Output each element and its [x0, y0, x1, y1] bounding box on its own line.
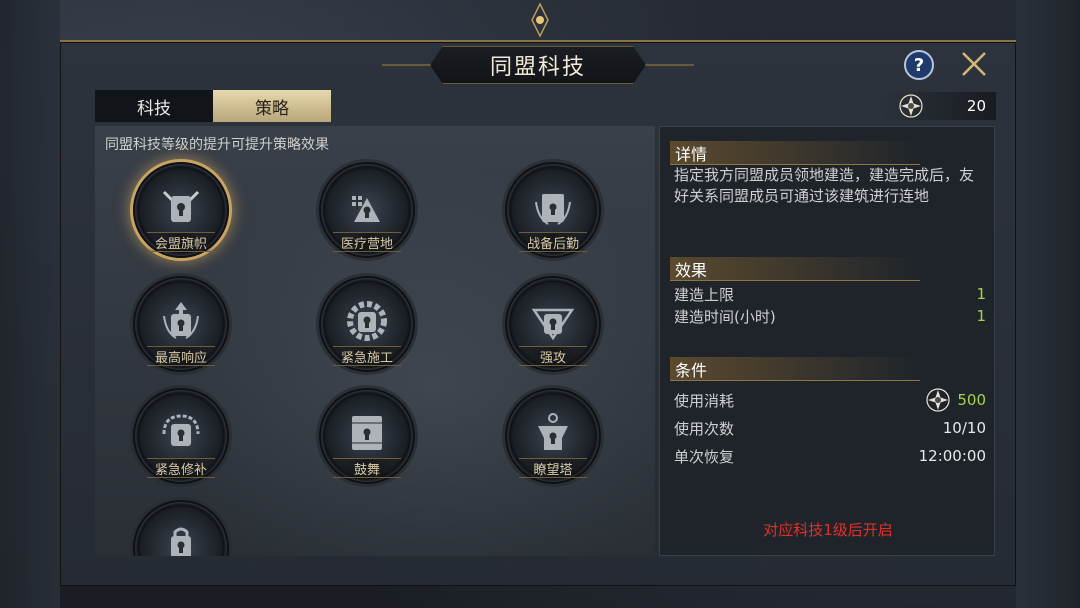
drum-emblem-icon: [352, 416, 382, 450]
tab-strategy[interactable]: 策略: [213, 90, 331, 122]
node-label-plate: 强攻: [519, 346, 587, 366]
node-label-plate: 瞭望塔: [519, 458, 587, 478]
title-deco-left: [382, 64, 430, 66]
effect-value: 1: [976, 307, 986, 325]
node-label-plate: 紧急施工: [333, 346, 401, 366]
node-label: 医疗营地: [340, 236, 393, 252]
recover-label: 单次恢复: [674, 447, 735, 466]
conditions-section-head: 条件: [670, 357, 920, 381]
condition-row-recover: 单次恢复 12:00:00: [674, 445, 986, 467]
top-ornament-icon: [531, 2, 549, 38]
assault-emblem-icon: [531, 308, 575, 341]
node-label-plate: 医疗营地: [333, 232, 401, 252]
unlock-requirement-note: 对应科技1级后开启: [763, 521, 893, 539]
strategy-node-assault[interactable]: 强攻: [505, 276, 601, 372]
node-label: 会盟旗帜: [154, 236, 207, 252]
condition-row-uses: 使用次数 10/10: [674, 417, 986, 439]
node-label: 紧急施工: [340, 350, 393, 366]
node-label: 最高响应: [154, 350, 207, 366]
detail-panel: 详情 指定我方同盟成员领地建造，建造完成后，友好关系同盟成员可通过该建筑进行连地…: [659, 126, 995, 556]
panel-header: 同盟科技 ?: [60, 40, 1016, 90]
strategy-grid: 同盟科技等级的提升可提升策略效果 会盟旗帜 医疗营地 战备后勤 最高响应 紧急施…: [95, 126, 655, 556]
page-title: 同盟科技: [489, 55, 586, 80]
recover-value: 12:00:00: [918, 447, 986, 465]
title-plate: 同盟科技: [430, 46, 646, 84]
strategy-node-watchtower[interactable]: 瞭望塔: [505, 388, 601, 484]
effect-value: 1: [976, 285, 986, 303]
details-section-head: 详情: [670, 141, 920, 165]
strategy-node-response[interactable]: 最高响应: [133, 276, 229, 372]
details-text: 指定我方同盟成员领地建造，建造完成后，友好关系同盟成员可通过该建筑进行连地: [674, 166, 975, 205]
details-heading: 详情: [675, 144, 708, 164]
strategy-node-logistics[interactable]: 战备后勤: [505, 162, 601, 258]
node-label: 紧急修补: [154, 462, 207, 478]
node-label-plate: 战备后勤: [519, 232, 587, 252]
help-button[interactable]: ?: [904, 50, 934, 80]
node-label-plate: 紧急修补: [147, 458, 215, 478]
effect-row-build-limit: 建造上限 1: [674, 283, 986, 305]
backdrop-right-strip: [1016, 0, 1080, 608]
strategy-node-medical-camp[interactable]: 医疗营地: [319, 162, 415, 258]
node-label: 鼓舞: [353, 462, 380, 478]
strategy-node-locked[interactable]: [133, 500, 229, 556]
node-label: 强攻: [539, 350, 566, 366]
medical-camp-emblem-icon: [352, 192, 380, 222]
uses-value: 10/10: [942, 419, 986, 437]
conditions-heading: 条件: [675, 360, 708, 380]
strategy-description: 同盟科技等级的提升可提升策略效果: [105, 137, 329, 153]
strategy-node-emergency-build[interactable]: 紧急施工: [319, 276, 415, 372]
locked-emblem-icon: [171, 527, 191, 556]
tab-bar: 科技 策略: [95, 90, 331, 122]
tab-strategy-label: 策略: [255, 98, 289, 119]
node-label-plate: 鼓舞: [333, 458, 401, 478]
node-label: 瞭望塔: [533, 462, 573, 478]
strategy-node-inspire[interactable]: 鼓舞: [319, 388, 415, 484]
condition-row-cost: 使用消耗 500: [674, 387, 986, 413]
node-label: 战备后勤: [526, 236, 579, 252]
title-deco-right: [646, 64, 694, 66]
cost-value: 500: [957, 391, 986, 409]
currency-value: 20: [966, 97, 986, 115]
tab-tech-label: 科技: [137, 98, 171, 119]
effect-key: 建造时间(小时): [674, 307, 776, 326]
effect-row-build-time: 建造时间(小时) 1: [674, 305, 986, 327]
node-label-plate: 最高响应: [147, 346, 215, 366]
repair-emblem-icon: [162, 414, 200, 446]
logistics-emblem-icon: [535, 194, 571, 225]
gear-emblem-icon: [347, 301, 387, 341]
banner-emblem-icon: [162, 190, 200, 222]
close-icon[interactable]: [958, 48, 990, 80]
alliance-star-icon: [899, 94, 923, 118]
uses-label: 使用次数: [674, 419, 735, 438]
effects-section-head: 效果: [670, 257, 920, 281]
currency-display: 20: [880, 92, 996, 120]
strategy-node-emergency-repair[interactable]: 紧急修补: [133, 388, 229, 484]
node-label-plate: 会盟旗帜: [147, 232, 215, 252]
tab-tech[interactable]: 科技: [95, 90, 213, 122]
cost-value-group: 500: [925, 387, 986, 413]
watchtower-emblem-icon: [538, 413, 568, 450]
alliance-star-icon: [926, 388, 950, 412]
effect-key: 建造上限: [674, 285, 735, 304]
strategy-node-banner[interactable]: 会盟旗帜: [133, 162, 229, 258]
backdrop-left-strip: [0, 0, 60, 608]
cost-label: 使用消耗: [674, 391, 735, 410]
effects-heading: 效果: [675, 260, 708, 280]
help-icon: ?: [913, 54, 925, 76]
response-emblem-icon: [163, 302, 199, 339]
